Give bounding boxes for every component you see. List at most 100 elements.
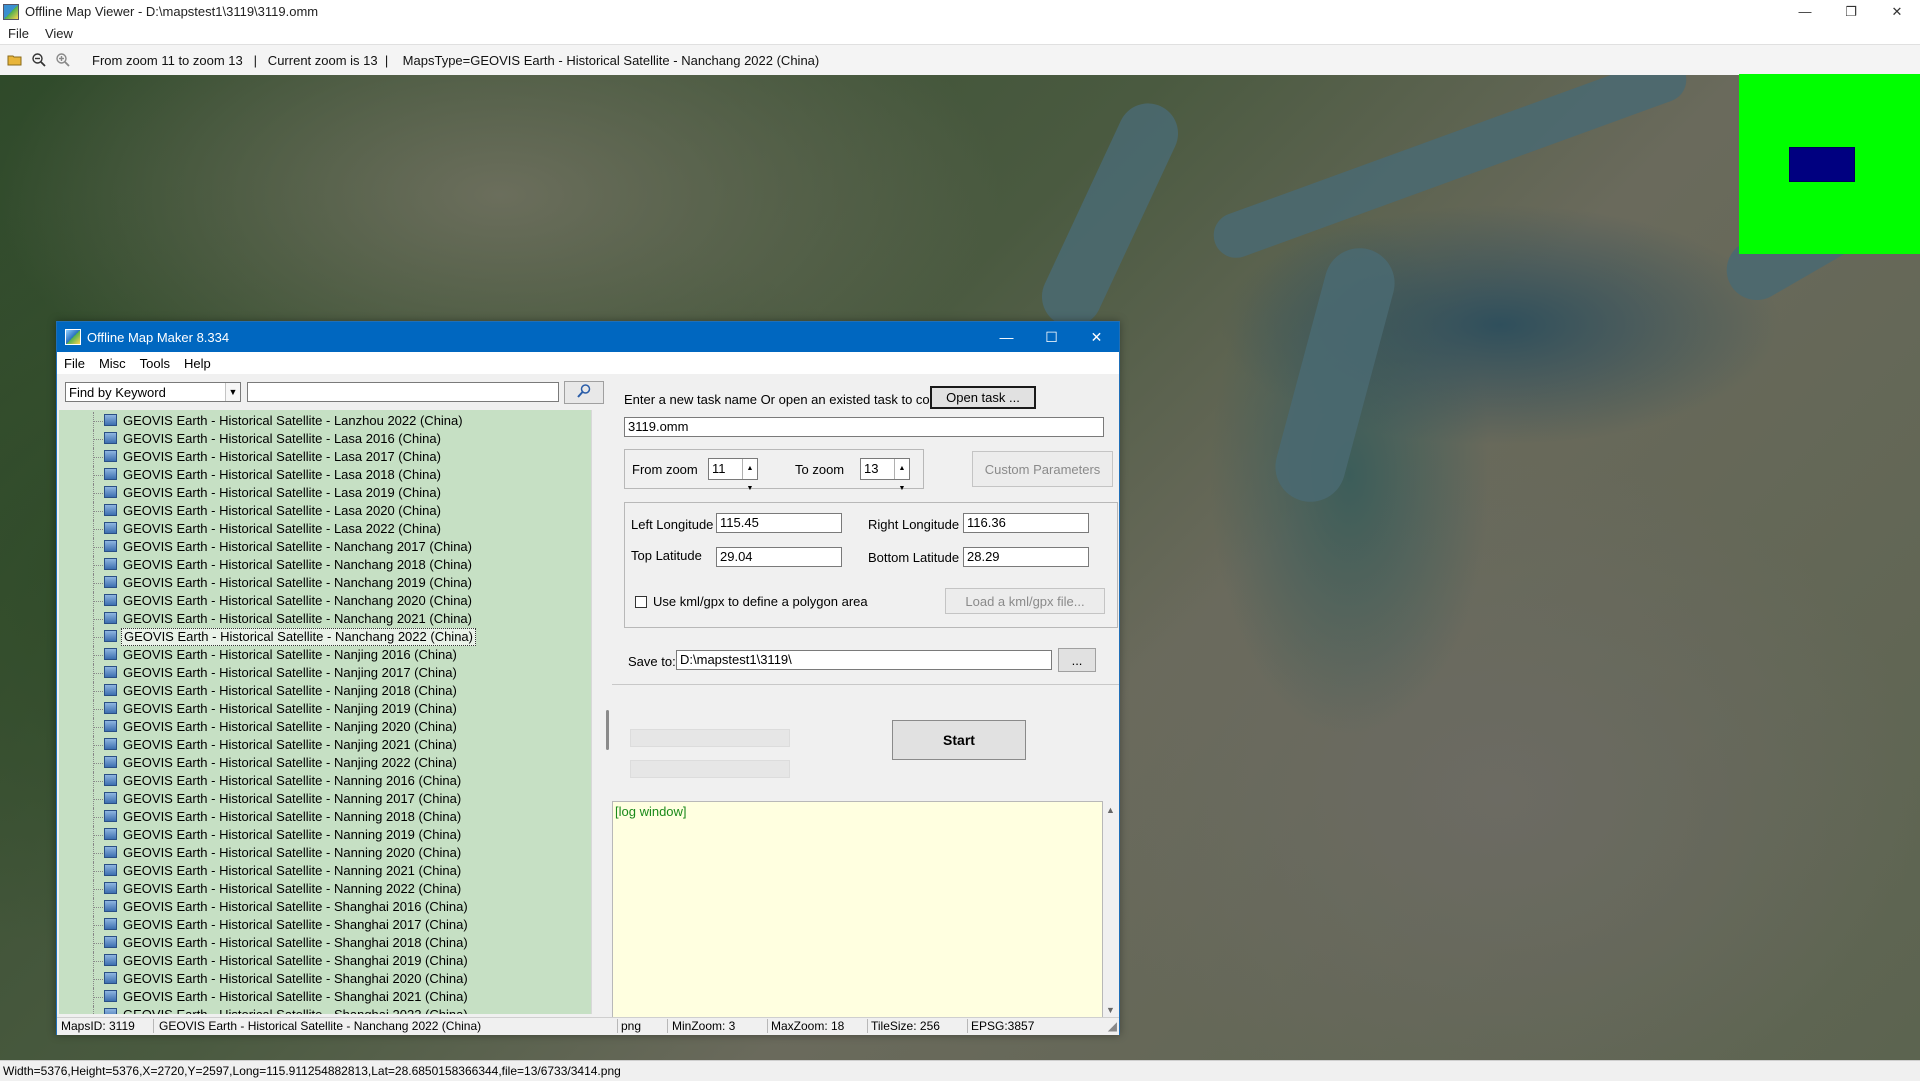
from-zoom-value: 11 <box>712 461 726 476</box>
tree-item[interactable]: GEOVIS Earth - Historical Satellite - La… <box>59 430 589 448</box>
tree-item[interactable]: GEOVIS Earth - Historical Satellite - Na… <box>59 754 589 772</box>
tree-item[interactable]: GEOVIS Earth - Historical Satellite - Na… <box>59 556 589 574</box>
dialog-minimize-icon[interactable]: — <box>984 322 1029 352</box>
tree-item[interactable]: GEOVIS Earth - Historical Satellite - Sh… <box>59 970 589 988</box>
map-layer-icon <box>104 702 117 714</box>
tree-item[interactable]: GEOVIS Earth - Historical Satellite - La… <box>59 466 589 484</box>
dialog-title-bar[interactable]: Offline Map Maker 8.334 — ☐ ✕ <box>57 322 1119 352</box>
status-divider <box>767 1019 768 1033</box>
tree-item[interactable]: GEOVIS Earth - Historical Satellite - Sh… <box>59 916 589 934</box>
log-window[interactable]: [log window] <box>612 801 1103 1019</box>
tree-item[interactable]: GEOVIS Earth - Historical Satellite - Sh… <box>59 952 589 970</box>
open-folder-icon[interactable] <box>6 51 24 69</box>
save-path-input[interactable]: D:\mapstest1\3119\ <box>676 650 1052 670</box>
overview-minimap[interactable] <box>1739 74 1920 254</box>
dialog-menu-file[interactable]: File <box>57 356 92 371</box>
tree-item[interactable]: GEOVIS Earth - Historical Satellite - Na… <box>59 664 589 682</box>
left-longitude-input[interactable]: 115.45 <box>716 513 842 533</box>
maximize-icon[interactable]: ❐ <box>1828 0 1874 23</box>
dialog-menu-help[interactable]: Help <box>177 356 218 371</box>
tree-item[interactable]: GEOVIS Earth - Historical Satellite - Na… <box>59 574 589 592</box>
tree-item[interactable]: GEOVIS Earth - Historical Satellite - La… <box>59 448 589 466</box>
tree-item[interactable]: GEOVIS Earth - Historical Satellite - Na… <box>59 610 589 628</box>
log-scrollbar[interactable]: ▲ ▼ <box>1103 801 1119 1019</box>
open-task-button[interactable]: Open task ... <box>930 386 1036 409</box>
tree-item[interactable]: GEOVIS Earth - Historical Satellite - Na… <box>59 682 589 700</box>
map-layer-icon <box>104 936 117 948</box>
top-latitude-input[interactable]: 29.04 <box>716 547 842 567</box>
close-icon[interactable]: ✕ <box>1874 0 1920 23</box>
zoom-in-icon[interactable] <box>54 51 72 69</box>
to-zoom-spin-buttons[interactable]: ▲ ▼ <box>894 459 909 492</box>
menu-file[interactable]: File <box>0 26 37 41</box>
menu-view[interactable]: View <box>37 26 81 41</box>
tree-item[interactable]: GEOVIS Earth - Historical Satellite - Sh… <box>59 898 589 916</box>
tree-item[interactable]: GEOVIS Earth - Historical Satellite - Na… <box>59 646 589 664</box>
spin-up-icon[interactable]: ▲ <box>895 459 909 479</box>
dialog-menu-tools[interactable]: Tools <box>133 356 177 371</box>
minimize-icon[interactable]: — <box>1782 0 1828 23</box>
tree-branch-line <box>93 997 103 998</box>
scroll-down-icon[interactable]: ▼ <box>1106 1005 1115 1015</box>
zoom-out-icon[interactable] <box>30 51 48 69</box>
tree-scroll-thumb[interactable] <box>606 710 609 750</box>
bottom-latitude-input[interactable]: 28.29 <box>963 547 1089 567</box>
tree-item[interactable]: GEOVIS Earth - Historical Satellite - Na… <box>59 826 589 844</box>
browse-folder-button[interactable]: ... <box>1058 648 1096 672</box>
tree-item[interactable]: GEOVIS Earth - Historical Satellite - La… <box>59 502 589 520</box>
map-layer-icon <box>104 954 117 966</box>
map-layer-icon <box>104 720 117 732</box>
scroll-up-icon[interactable]: ▲ <box>1106 805 1115 815</box>
resize-grip-icon[interactable]: ◢ <box>1108 1019 1117 1033</box>
tree-item[interactable]: GEOVIS Earth - Historical Satellite - Na… <box>59 628 589 646</box>
tree-item[interactable]: GEOVIS Earth - Historical Satellite - Sh… <box>59 1006 589 1014</box>
chevron-down-icon[interactable]: ▼ <box>225 383 240 401</box>
tree-item[interactable]: GEOVIS Earth - Historical Satellite - Na… <box>59 844 589 862</box>
start-button[interactable]: Start <box>892 720 1026 760</box>
tree-item[interactable]: GEOVIS Earth - Historical Satellite - Na… <box>59 736 589 754</box>
dialog-maximize-icon[interactable]: ☐ <box>1029 322 1074 352</box>
tree-item-label: GEOVIS Earth - Historical Satellite - Na… <box>123 755 457 770</box>
tree-item[interactable]: GEOVIS Earth - Historical Satellite - La… <box>59 520 589 538</box>
from-zoom-stepper[interactable]: 11 ▲ ▼ <box>708 458 758 492</box>
kml-polygon-checkbox[interactable] <box>635 596 647 608</box>
tree-item[interactable]: GEOVIS Earth - Historical Satellite - La… <box>59 484 589 502</box>
tree-item[interactable]: GEOVIS Earth - Historical Satellite - Sh… <box>59 934 589 952</box>
to-zoom-stepper[interactable]: 13 ▲ ▼ <box>860 458 910 492</box>
overview-viewport-rect[interactable] <box>1789 147 1855 182</box>
dialog-close-icon[interactable]: ✕ <box>1074 322 1119 352</box>
viewer-title: Offline Map Viewer - D:\mapstest1\3119\3… <box>25 4 319 19</box>
task-name-input[interactable]: 3119.omm <box>624 417 1104 437</box>
search-button[interactable] <box>564 381 604 404</box>
spin-down-icon[interactable]: ▼ <box>895 479 909 499</box>
tree-item-label: GEOVIS Earth - Historical Satellite - Sh… <box>123 971 468 986</box>
find-keyword-input[interactable] <box>247 382 559 402</box>
tree-item[interactable]: GEOVIS Earth - Historical Satellite - La… <box>59 412 589 430</box>
find-mode-select[interactable]: Find by Keyword ▼ <box>65 382 241 402</box>
status-max-zoom: MaxZoom: 18 <box>771 1019 845 1033</box>
spin-down-icon[interactable]: ▼ <box>743 479 757 499</box>
tree-item[interactable]: GEOVIS Earth - Historical Satellite - Na… <box>59 862 589 880</box>
from-zoom-spin-buttons[interactable]: ▲ ▼ <box>742 459 757 492</box>
kml-polygon-label[interactable]: Use kml/gpx to define a polygon area <box>653 594 868 609</box>
status-format: png <box>621 1019 642 1033</box>
tree-item-label: GEOVIS Earth - Historical Satellite - Sh… <box>123 917 468 932</box>
tree-item[interactable]: GEOVIS Earth - Historical Satellite - Sh… <box>59 988 589 1006</box>
tree-item[interactable]: GEOVIS Earth - Historical Satellite - Na… <box>59 592 589 610</box>
tree-item[interactable]: GEOVIS Earth - Historical Satellite - Na… <box>59 790 589 808</box>
custom-parameters-button[interactable]: Custom Parameters <box>972 451 1113 487</box>
window-controls: — ❐ ✕ <box>1782 0 1920 23</box>
load-kml-button[interactable]: Load a kml/gpx file... <box>945 588 1105 614</box>
maps-type-tree[interactable]: GEOVIS Earth - Historical Satellite - La… <box>59 410 592 1014</box>
tree-item[interactable]: GEOVIS Earth - Historical Satellite - Na… <box>59 772 589 790</box>
map-layer-icon <box>104 522 117 534</box>
tree-item[interactable]: GEOVIS Earth - Historical Satellite - Na… <box>59 700 589 718</box>
tree-item[interactable]: GEOVIS Earth - Historical Satellite - Na… <box>59 880 589 898</box>
tree-item[interactable]: GEOVIS Earth - Historical Satellite - Na… <box>59 718 589 736</box>
tree-item[interactable]: GEOVIS Earth - Historical Satellite - Na… <box>59 808 589 826</box>
spin-up-icon[interactable]: ▲ <box>743 459 757 479</box>
right-longitude-input[interactable]: 116.36 <box>963 513 1089 533</box>
tree-branch-line <box>93 871 103 872</box>
tree-item[interactable]: GEOVIS Earth - Historical Satellite - Na… <box>59 538 589 556</box>
dialog-menu-misc[interactable]: Misc <box>92 356 133 371</box>
